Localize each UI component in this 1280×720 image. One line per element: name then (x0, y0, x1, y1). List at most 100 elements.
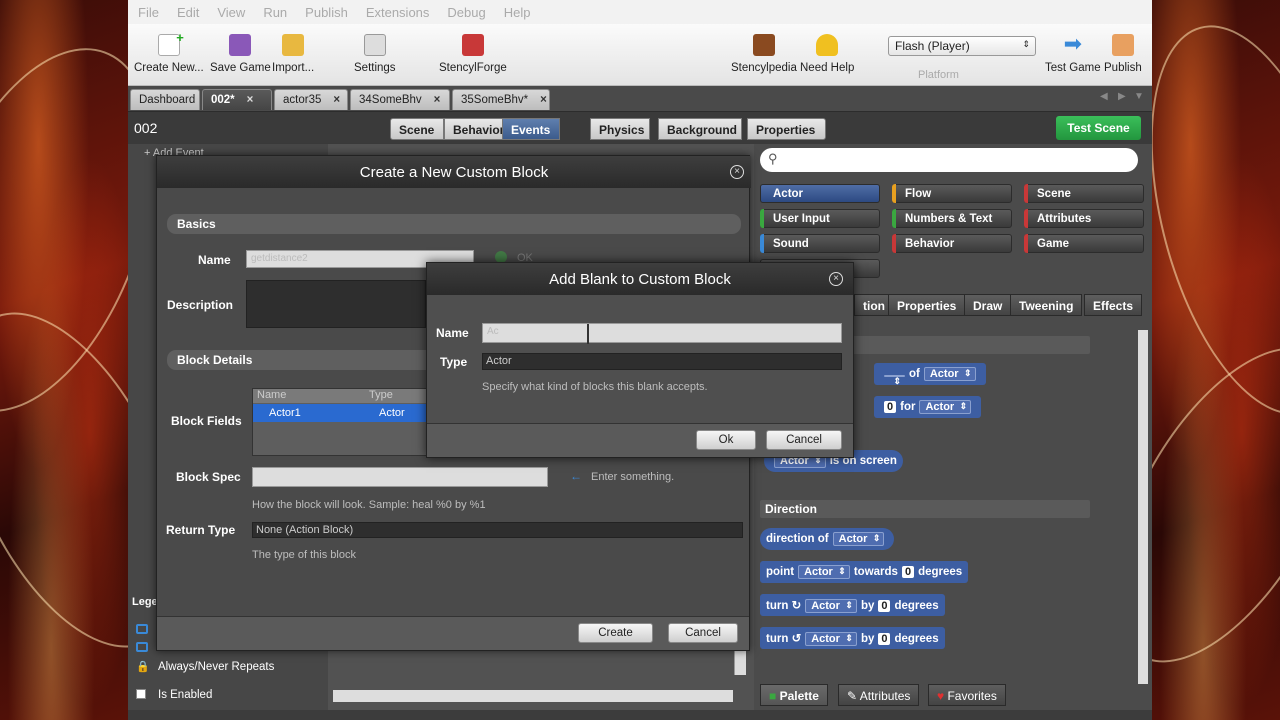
menu-edit[interactable]: Edit (177, 5, 208, 20)
tab-attributes[interactable]: ✎ Attributes (838, 684, 920, 706)
number-field[interactable]: 0 (878, 600, 891, 612)
menu-view[interactable]: View (217, 5, 254, 20)
menu-debug[interactable]: Debug (447, 5, 494, 20)
close-icon[interactable]: × (730, 165, 744, 179)
create-new-button[interactable]: + Create New... (134, 30, 204, 74)
cancel-button[interactable]: Cancel (668, 623, 738, 643)
subtab-properties[interactable]: Properties (888, 294, 966, 316)
tab-properties[interactable]: Properties (747, 118, 826, 140)
close-icon[interactable]: × (333, 94, 340, 106)
menu-help[interactable]: Help (504, 5, 540, 20)
save-game-button[interactable]: Save Game (210, 32, 271, 74)
tab-scroll-right-icon[interactable]: ▶ (1118, 91, 1126, 102)
ok-button[interactable]: Ok (696, 430, 756, 450)
create-new-label: Create New... (134, 62, 204, 74)
subtab-effects[interactable]: Effects (1084, 294, 1143, 316)
menu-file[interactable]: File (138, 5, 168, 20)
number-field[interactable]: 0 (878, 633, 891, 645)
tab-favorites[interactable]: ♥ Favorites (928, 684, 1006, 706)
search-icon: ⚲ (768, 151, 778, 166)
test-scene-button[interactable]: Test Scene (1056, 116, 1141, 140)
platform-select[interactable]: Flash (Player) ⇕ (888, 36, 1036, 56)
tab-002[interactable]: 002* × (202, 89, 272, 110)
import-button[interactable]: Import... (272, 32, 314, 74)
block-point-towards[interactable]: pointActortowards0degrees (760, 561, 969, 583)
tab-list-icon[interactable]: ▼ (1134, 91, 1144, 102)
cancel-button[interactable]: Cancel (766, 430, 842, 450)
create-button[interactable]: Create (578, 623, 653, 643)
block-text: turn (766, 633, 789, 645)
return-type-value: None (Action Block) (256, 524, 354, 536)
book-icon (752, 34, 775, 56)
block-text: towards (853, 566, 898, 578)
tab-34somebhv[interactable]: 34SomeBhv × (350, 89, 450, 110)
category-color (892, 184, 896, 203)
block-turn-counterclockwise[interactable]: turn ↺Actorby0degrees (760, 627, 945, 649)
column-type: Type (369, 389, 393, 401)
legend-header: Lege (132, 596, 158, 608)
subtab-tweening[interactable]: Tweening (1010, 294, 1083, 316)
category-numbers-text[interactable]: Numbers & Text (892, 209, 1012, 228)
menu-publish[interactable]: Publish (305, 5, 357, 20)
tab-actor35[interactable]: actor35 × (274, 89, 348, 110)
category-label: Numbers & Text (905, 213, 993, 225)
number-field[interactable]: 0 (884, 401, 897, 413)
actor-dropdown[interactable]: Actor (805, 632, 857, 646)
blank-name-input[interactable]: Ac (482, 323, 842, 344)
editor-horizontal-scrollbar[interactable] (333, 690, 733, 702)
category-color (1024, 234, 1028, 253)
block-for-actor[interactable]: 0 for Actor (874, 396, 982, 418)
block-of-actor[interactable]: ofActor (874, 363, 986, 387)
category-color (892, 234, 896, 253)
block-spec-input[interactable] (252, 467, 548, 487)
tab-palette[interactable]: ■ Palette (760, 684, 828, 706)
block-direction-of[interactable]: direction of Actor (760, 528, 895, 550)
actor-dropdown[interactable]: Actor (923, 367, 976, 381)
category-game[interactable]: Game (1024, 234, 1144, 253)
direction-header: Direction (760, 500, 1090, 518)
menu-run[interactable]: Run (263, 5, 296, 20)
category-behavior[interactable]: Behavior (892, 234, 1012, 253)
tab-background[interactable]: Background (658, 118, 742, 140)
tab-physics[interactable]: Physics (590, 118, 650, 140)
close-icon[interactable]: × (434, 94, 441, 106)
description-textarea[interactable] (246, 280, 426, 328)
blank-type-select[interactable]: Actor (482, 353, 842, 370)
tab-events[interactable]: Events (502, 118, 560, 140)
menu-extensions[interactable]: Extensions (366, 5, 439, 20)
category-sound[interactable]: Sound (760, 234, 880, 253)
return-type-select[interactable]: None (Action Block) (252, 522, 743, 538)
stencylforge-button[interactable]: StencylForge (439, 32, 507, 74)
table-row[interactable]: Actor1 Actor (253, 404, 428, 422)
tab-scene[interactable]: Scene (390, 118, 444, 140)
palette-scrollbar[interactable] (1138, 330, 1148, 684)
test-game-button[interactable]: ➡ Test Game (1045, 32, 1101, 75)
create-new-icon: + (157, 30, 184, 56)
rotate-cw-icon: ↻ (791, 600, 802, 612)
category-attributes[interactable]: Attributes (1024, 209, 1144, 228)
block-turn-clockwise[interactable]: turn ↻Actorby0degrees (760, 594, 945, 616)
tab-scroll-left-icon[interactable]: ◀ (1100, 91, 1108, 102)
category-actor[interactable]: Actor (760, 184, 880, 203)
need-help-button[interactable]: Need Help (800, 32, 854, 74)
actor-dropdown[interactable]: Actor (919, 400, 972, 414)
blank-type-label: Type (440, 355, 468, 369)
subtab-draw[interactable]: Draw (964, 294, 1012, 316)
category-user-input[interactable]: User Input (760, 209, 880, 228)
number-field[interactable]: 0 (901, 566, 915, 578)
category-flow[interactable]: Flow (892, 184, 1012, 203)
tab-35somebhv[interactable]: 35SomeBhv* × (452, 89, 550, 110)
close-icon[interactable]: × (540, 94, 547, 106)
settings-button[interactable]: Settings (354, 32, 396, 74)
close-icon[interactable]: × (829, 272, 843, 286)
actor-dropdown[interactable]: Actor (798, 565, 850, 579)
category-label: Attributes (1037, 213, 1092, 225)
stencylpedia-button[interactable]: Stencylpedia (731, 32, 797, 74)
tab-dashboard[interactable]: Dashboard (130, 89, 200, 110)
publish-button[interactable]: Publish (1104, 32, 1142, 74)
close-icon[interactable]: × (247, 94, 254, 106)
category-scene[interactable]: Scene (1024, 184, 1144, 203)
actor-dropdown[interactable]: Actor (805, 599, 857, 613)
palette-search-input[interactable]: ⚲ (760, 148, 1138, 172)
actor-dropdown[interactable]: Actor (832, 532, 885, 546)
